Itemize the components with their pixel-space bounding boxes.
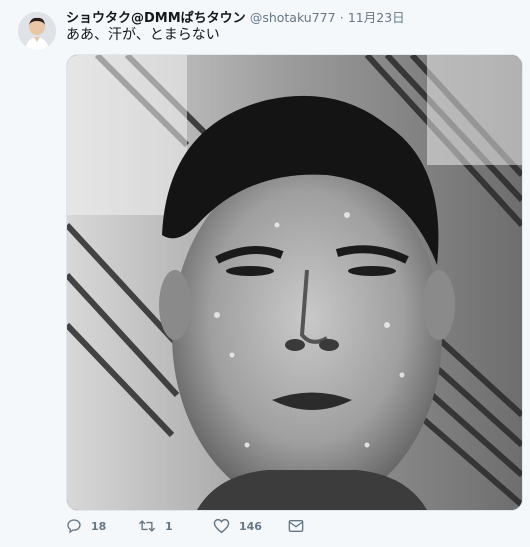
tweet-text: ああ、汗が、とまらない bbox=[66, 27, 220, 43]
tweet-photo[interactable] bbox=[66, 54, 523, 511]
retweet-count: 1 bbox=[165, 519, 173, 533]
retweet-arrows-icon bbox=[138, 520, 156, 532]
avatar-image bbox=[18, 12, 56, 50]
tweet: ショウタク@DMMぱちタウン @shotaku777 · 11月23日 ああ、汗… bbox=[0, 0, 530, 547]
photo-image bbox=[67, 55, 522, 510]
reply-button[interactable]: 18 bbox=[66, 518, 138, 534]
direct-message-button[interactable] bbox=[288, 519, 304, 533]
envelope-icon bbox=[288, 520, 304, 532]
user-handle[interactable]: @shotaku777 bbox=[250, 10, 336, 25]
reply-count: 18 bbox=[91, 519, 107, 533]
like-count: 146 bbox=[239, 519, 262, 533]
timestamp[interactable]: 11月23日 bbox=[348, 10, 405, 25]
speech-bubble-icon bbox=[67, 519, 81, 534]
tweet-header: ショウタク@DMMぱちタウン @shotaku777 · 11月23日 bbox=[66, 9, 522, 27]
display-name[interactable]: ショウタク@DMMぱちタウン bbox=[66, 11, 246, 26]
tweet-actions: 18 1 146 bbox=[66, 518, 304, 534]
avatar[interactable] bbox=[18, 12, 56, 50]
separator-dot: · bbox=[339, 10, 344, 25]
retweet-button[interactable]: 1 bbox=[138, 518, 213, 534]
like-button[interactable]: 146 bbox=[213, 518, 288, 534]
heart-icon bbox=[213, 518, 230, 534]
